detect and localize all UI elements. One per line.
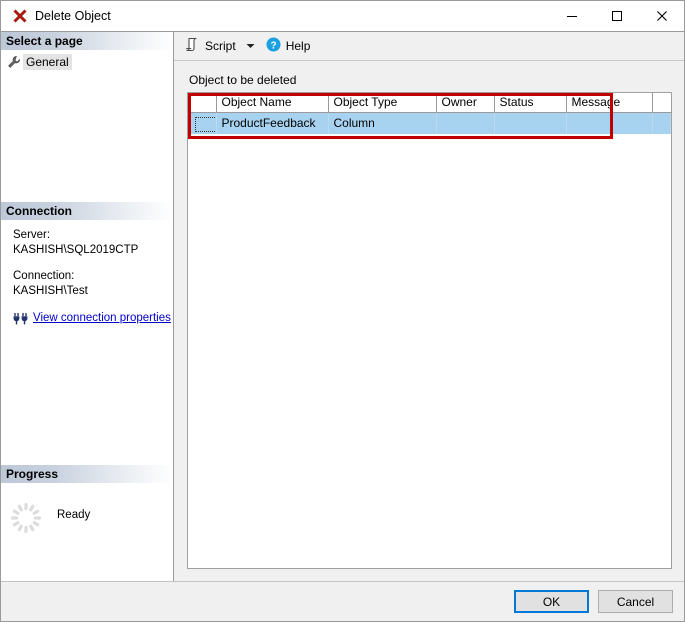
connection-details: Server: KASHISH\SQL2019CTP Connection: K…	[1, 220, 173, 334]
connection-value: KASHISH\Test	[13, 285, 88, 297]
cell-owner[interactable]	[436, 112, 495, 134]
progress-status-text: Ready	[57, 509, 91, 521]
dialog-body: Select a page General Connection Server:…	[1, 31, 684, 581]
script-button[interactable]: Script	[182, 35, 239, 57]
object-grid-panel: Object Name Object Type Owner Status Mes…	[187, 92, 672, 569]
select-page-header: Select a page	[1, 32, 173, 50]
main-pane: Script ? Help Object to be deleted Objec…	[174, 31, 684, 581]
connection-group: Connection: KASHISH\Test	[13, 269, 173, 299]
script-label: Script	[205, 39, 236, 53]
column-header-object-name[interactable]: Object Name	[216, 93, 329, 113]
server-label: Server:	[13, 229, 51, 241]
connection-section: Connection Server: KASHISH\SQL2019CTP Co…	[1, 202, 173, 334]
grid-caption: Object to be deleted	[189, 73, 297, 87]
grid-header-row: Object Name Object Type Owner Status Mes…	[188, 93, 671, 113]
sidebar-filler-bottom	[1, 334, 173, 465]
sidebar-item-general[interactable]: General	[1, 52, 173, 71]
title-bar: Delete Object	[1, 1, 684, 31]
help-button[interactable]: ? Help	[263, 35, 314, 57]
sidebar-filler-top	[1, 71, 173, 202]
row-selector-cell[interactable]	[188, 112, 217, 134]
chevron-down-icon[interactable]	[246, 43, 255, 49]
server-value: KASHISH\SQL2019CTP	[13, 244, 139, 256]
page-list: General	[1, 50, 173, 71]
connection-plug-icon	[9, 310, 33, 326]
dialog-footer: OK Cancel	[1, 581, 684, 621]
help-question-icon: ?	[266, 37, 281, 55]
sidebar: Select a page General Connection Server:…	[1, 31, 174, 581]
object-grid: Object Name Object Type Owner Status Mes…	[188, 93, 671, 134]
progress-section: Progress Ready	[1, 465, 173, 553]
column-header-owner[interactable]: Owner	[436, 93, 495, 113]
sidebar-item-general-label: General	[23, 53, 72, 70]
view-connection-properties-link[interactable]: View connection properties	[33, 311, 171, 326]
column-header-message[interactable]: Message	[566, 93, 653, 113]
table-row[interactable]: ProductFeedback Column	[188, 112, 671, 134]
cancel-button[interactable]: Cancel	[598, 590, 673, 613]
connection-header: Connection	[1, 202, 173, 220]
svg-text:?: ?	[270, 40, 276, 51]
script-icon	[185, 37, 200, 55]
column-header-filler	[652, 93, 671, 113]
delete-x-icon	[7, 1, 33, 31]
minimize-button[interactable]	[549, 1, 594, 31]
ok-button[interactable]: OK	[514, 590, 589, 613]
progress-details: Ready	[1, 483, 173, 553]
window-title: Delete Object	[35, 9, 111, 23]
delete-object-dialog: Delete Object Select a page General Conn…	[0, 0, 685, 622]
view-connection-properties-row[interactable]: View connection properties	[9, 310, 173, 326]
toolbar: Script ? Help	[174, 32, 684, 61]
cell-filler	[652, 112, 671, 134]
cell-status[interactable]	[494, 112, 567, 134]
column-header-status[interactable]: Status	[494, 93, 567, 113]
progress-header: Progress	[1, 465, 173, 483]
row-selector-header	[188, 93, 217, 113]
row-focus-indicator	[195, 116, 215, 132]
sidebar-bottom-pad	[1, 553, 173, 581]
close-button[interactable]	[639, 1, 684, 31]
cell-message[interactable]	[566, 112, 653, 134]
help-label: Help	[285, 39, 311, 53]
server-group: Server: KASHISH\SQL2019CTP	[13, 228, 173, 258]
cell-object-name[interactable]: ProductFeedback	[216, 112, 329, 134]
connection-label: Connection:	[13, 270, 75, 282]
column-header-object-type[interactable]: Object Type	[328, 93, 437, 113]
cell-object-type[interactable]: Column	[328, 112, 437, 134]
wrench-icon	[5, 55, 23, 69]
maximize-button[interactable]	[594, 1, 639, 31]
spinner-icon	[9, 501, 43, 535]
grid-area: Object to be deleted Object Name Object …	[174, 61, 684, 581]
